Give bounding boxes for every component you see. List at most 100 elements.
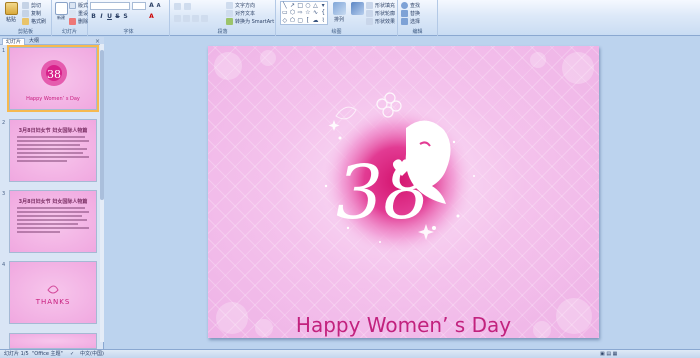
emblem-number: 38 xyxy=(336,150,430,236)
thumbnail-title: THANKS xyxy=(35,298,71,306)
align-text-button[interactable]: 对齐文本 xyxy=(226,9,255,17)
align-right-icon xyxy=(192,14,199,22)
round-rect-shape-icon[interactable]: ▭ xyxy=(281,9,289,16)
pentagon-shape-icon[interactable]: ⬠ xyxy=(289,17,297,24)
spellcheck-icon[interactable]: ✓ xyxy=(70,350,74,358)
text-direction-icon xyxy=(226,1,233,9)
align-left-button[interactable] xyxy=(174,14,181,22)
right-arrow-shape-icon[interactable]: ⇨ xyxy=(296,9,304,16)
slide-thumbnail-1[interactable]: 38 Happy Women’ s Day xyxy=(7,45,99,112)
underline-icon[interactable]: U xyxy=(106,13,113,20)
slide-counter: 幻灯片 1/5 xyxy=(4,351,29,357)
thumbnail-number: 2 xyxy=(2,120,6,126)
tab-outline[interactable]: 大纲 xyxy=(26,38,42,45)
text-direction-button[interactable]: 文字方向 xyxy=(226,1,255,9)
status-bar: 幻灯片 1/5 "Office 主题" ✓ 中文(中国) ▣ ▤ ▦ xyxy=(0,349,700,358)
shape-outline-button[interactable]: 形状轮廓 xyxy=(366,9,395,17)
star-shape-icon[interactable]: ☆ xyxy=(304,9,312,16)
arrow-shape-icon[interactable]: ↗ xyxy=(289,2,297,9)
align-right-button[interactable] xyxy=(192,14,199,22)
shape-effects-button[interactable]: 形状效果 xyxy=(366,17,395,25)
delete-icon xyxy=(69,17,76,25)
grow-font-icon[interactable]: A xyxy=(148,2,155,9)
smartart-icon xyxy=(226,17,233,25)
bracket-shape-icon[interactable]: [ xyxy=(304,17,312,24)
brush-icon xyxy=(22,17,29,25)
format-painter-button[interactable]: 格式刷 xyxy=(22,17,46,25)
find-button[interactable]: 查找 xyxy=(401,1,420,9)
cloud-shape-icon[interactable]: ☁ xyxy=(312,17,320,24)
leaf-outline xyxy=(335,106,357,120)
more-shapes-icon[interactable]: ▾ xyxy=(319,2,327,9)
oval-shape-icon[interactable]: ○ xyxy=(304,2,312,9)
bold-icon[interactable]: B xyxy=(90,13,97,20)
replace-button[interactable]: 替换 xyxy=(401,9,420,17)
ribbon: 粘贴 剪切 复制 格式刷 剪贴板 新建 版式 重设 删除 幻灯片 A A B I… xyxy=(0,0,700,36)
new-slide-button[interactable]: 新建 xyxy=(53,2,69,24)
panel-scrollbar-thumb[interactable] xyxy=(100,50,104,200)
slide-thumbnail-5[interactable] xyxy=(9,333,97,349)
new-slide-label: 新建 xyxy=(57,15,65,20)
slide-thumbnail-4[interactable]: THANKS xyxy=(9,261,97,324)
hexagon-shape-icon[interactable]: ⬡ xyxy=(289,9,297,16)
layout-icon xyxy=(69,1,76,9)
scroll-shape-icon[interactable]: ⌇ xyxy=(319,17,327,24)
arrange-icon xyxy=(332,2,346,15)
align-text-icon xyxy=(226,9,233,17)
font-group-label: 字体 xyxy=(123,29,134,35)
copy-icon xyxy=(22,9,29,17)
shrink-font-icon[interactable]: A xyxy=(155,3,162,10)
reset-button[interactable]: 重设 xyxy=(69,9,88,17)
slide-thumbnail-3[interactable]: 3月8日妇女节 妇女国际人物篇 xyxy=(9,190,97,253)
pen-icon xyxy=(366,9,373,17)
language-indicator: 中文(中国) xyxy=(80,351,104,357)
paragraph-group: 文字方向 对齐文本 转换为 SmartArt 段落 xyxy=(170,0,276,36)
view-buttons[interactable]: ▣ ▤ ▦ xyxy=(600,350,617,358)
align-center-button[interactable] xyxy=(183,14,190,22)
shapes-gallery[interactable]: ╲ ↗ □ ○ △ ▾ ▭ ⬡ ⇨ ☆ ∿{ ◇ ⬠ ▢[☁ ⌇ xyxy=(280,1,328,25)
font-name-combo[interactable] xyxy=(90,2,130,10)
drawing-group-label: 绘图 xyxy=(331,29,342,35)
justify-icon xyxy=(201,14,208,22)
line-shape-icon[interactable]: ╲ xyxy=(281,2,289,9)
arrange-button[interactable]: 排列 xyxy=(331,2,347,24)
justify-button[interactable] xyxy=(201,14,208,22)
rect-shape-icon[interactable]: □ xyxy=(296,2,304,9)
thumbnail-body-lines xyxy=(17,136,89,164)
thumbnail-body-lines xyxy=(17,207,89,235)
slide-thumbnail-2[interactable]: 3月8日妇女节 妇女国际人物篇 xyxy=(9,119,97,182)
clipboard-group-label: 剪贴板 xyxy=(17,29,33,35)
slides-group-label: 幻灯片 xyxy=(61,29,77,35)
shape-fill-button[interactable]: 形状填充 xyxy=(366,1,395,9)
quick-styles-button[interactable] xyxy=(349,2,365,24)
current-slide[interactable]: 38 Happy Women’ s Day xyxy=(208,46,599,338)
svg-text:38: 38 xyxy=(47,68,61,81)
slide-title[interactable]: Happy Women’ s Day xyxy=(208,313,599,337)
align-left-icon xyxy=(174,14,181,22)
numbering-button[interactable] xyxy=(184,2,191,10)
select-button[interactable]: 选择 xyxy=(401,17,420,25)
copy-button[interactable]: 复制 xyxy=(22,9,41,17)
strikethrough-icon[interactable]: S xyxy=(114,13,121,20)
thumbnail-title: Happy Women’ s Day xyxy=(26,96,80,102)
delete-button[interactable]: 删除 xyxy=(69,17,88,25)
tab-slides[interactable]: 幻灯片 xyxy=(2,38,26,45)
font-color-icon[interactable]: A xyxy=(148,13,155,20)
replace-icon xyxy=(401,9,408,17)
editing-group: 查找 替换 选择 编辑 xyxy=(398,0,438,36)
scissors-icon xyxy=(22,1,29,9)
callout-shape-icon[interactable]: ▢ xyxy=(296,17,304,24)
cut-button[interactable]: 剪切 xyxy=(22,1,41,9)
font-size-combo[interactable] xyxy=(132,2,146,10)
new-slide-icon xyxy=(54,2,68,15)
triangle-shape-icon[interactable]: △ xyxy=(312,2,320,9)
diamond-shape-icon[interactable]: ◇ xyxy=(281,17,289,24)
bullets-button[interactable] xyxy=(174,2,181,10)
smartart-button[interactable]: 转换为 SmartArt xyxy=(226,17,274,25)
curve-shape-icon[interactable]: ∿ xyxy=(312,9,320,16)
italic-icon[interactable]: I xyxy=(98,13,105,20)
shadow-icon[interactable]: S xyxy=(122,13,129,20)
layout-button[interactable]: 版式 xyxy=(69,1,88,9)
paste-button[interactable]: 粘贴 xyxy=(3,2,19,24)
brace-shape-icon[interactable]: { xyxy=(319,9,327,16)
